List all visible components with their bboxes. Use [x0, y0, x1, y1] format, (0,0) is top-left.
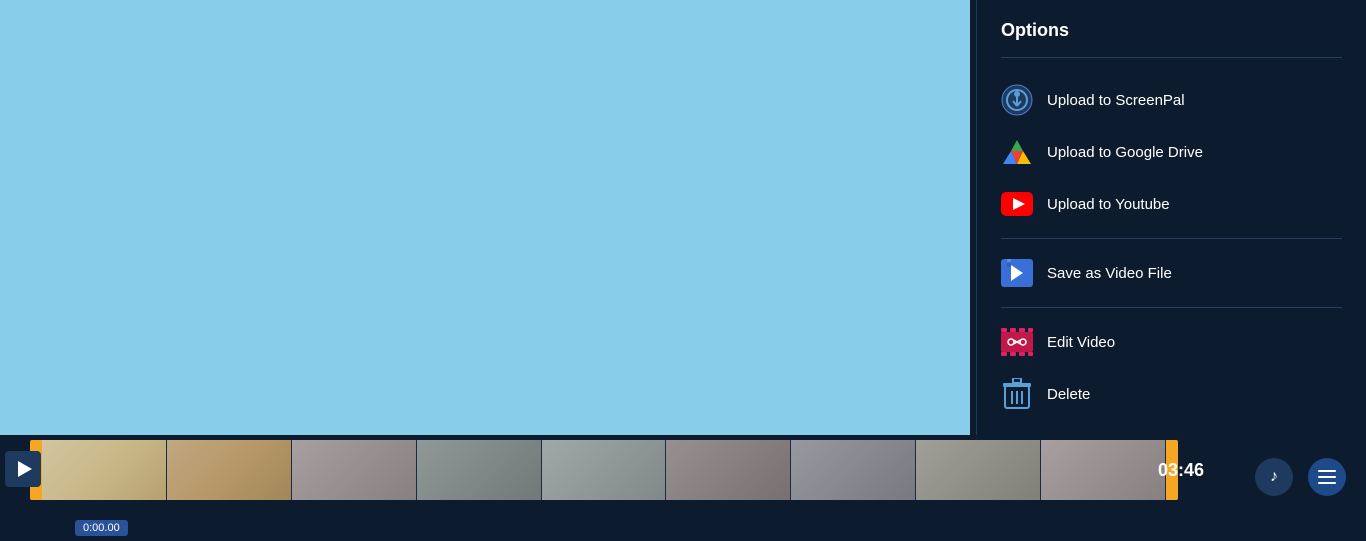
- thumb-9: [1041, 440, 1166, 500]
- play-button[interactable]: [5, 451, 41, 487]
- youtube-icon: [1001, 188, 1033, 220]
- options-mid-divider-1: [1001, 238, 1342, 239]
- play-icon: [18, 461, 32, 477]
- options-title: Options: [1001, 20, 1342, 41]
- upload-screenpal-item[interactable]: Upload to ScreenPal: [1001, 74, 1342, 126]
- thumb-6: [666, 440, 791, 500]
- thumb-5: [542, 440, 667, 500]
- google-drive-icon: [1001, 136, 1033, 168]
- video-preview: [0, 0, 970, 435]
- thumb-3: [292, 440, 417, 500]
- menu-button[interactable]: [1308, 458, 1346, 496]
- edit-video-icon: [1001, 326, 1033, 358]
- upload-youtube-item[interactable]: Upload to Youtube: [1001, 178, 1342, 230]
- save-video-item[interactable]: Save as Video File: [1001, 247, 1342, 299]
- thumb-7: [791, 440, 916, 500]
- edit-video-item[interactable]: Edit Video: [1001, 316, 1342, 368]
- save-video-label: Save as Video File: [1047, 265, 1172, 282]
- options-top-divider: [1001, 57, 1342, 58]
- thumb-4: [417, 440, 542, 500]
- thumbnail-strip: [42, 440, 1166, 500]
- options-mid-divider-2: [1001, 307, 1342, 308]
- thumb-1: [42, 440, 167, 500]
- upload-youtube-label: Upload to Youtube: [1047, 196, 1170, 213]
- upload-gdrive-label: Upload to Google Drive: [1047, 144, 1203, 161]
- thumb-2: [167, 440, 292, 500]
- edit-video-label: Edit Video: [1047, 334, 1115, 351]
- screenpal-icon: [1001, 84, 1033, 116]
- options-panel: Options Upload to ScreenPal: [976, 0, 1366, 435]
- delete-label: Delete: [1047, 386, 1090, 403]
- music-icon: ♪: [1270, 468, 1278, 486]
- delete-icon: [1001, 378, 1033, 410]
- upload-screenpal-label: Upload to ScreenPal: [1047, 92, 1185, 109]
- save-video-icon: [1001, 257, 1033, 289]
- thumb-8: [916, 440, 1041, 500]
- delete-item[interactable]: Delete: [1001, 368, 1342, 420]
- time-badge: 0:00.00: [75, 520, 128, 536]
- upload-gdrive-item[interactable]: Upload to Google Drive: [1001, 126, 1342, 178]
- timestamp: 03:46: [1158, 460, 1204, 481]
- music-button[interactable]: ♪: [1255, 458, 1293, 496]
- menu-icon: [1318, 470, 1336, 484]
